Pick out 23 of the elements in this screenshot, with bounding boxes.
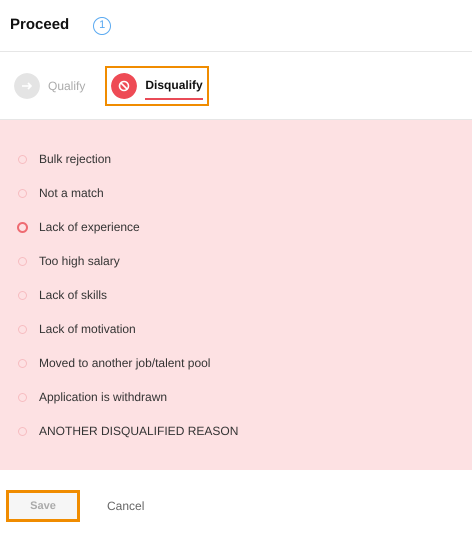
radio-button[interactable]: [18, 154, 27, 164]
reason-label: Bulk rejection: [39, 151, 112, 168]
prohibited-icon: [111, 72, 138, 98]
reason-label: Moved to another job/talent pool: [39, 355, 210, 372]
dialog-title: Proceed: [10, 15, 70, 36]
reason-label: Too high salary: [39, 253, 120, 270]
tab[interactable]: Disqualify: [105, 66, 209, 106]
reason-label: Lack of experience: [39, 219, 140, 236]
radio-button[interactable]: [18, 290, 27, 300]
reason-label: Lack of skills: [39, 287, 108, 304]
reason-label: Lack of motivation: [39, 321, 136, 338]
radio-button[interactable]: [18, 324, 27, 334]
cancel-button[interactable]: Cancel: [98, 493, 154, 519]
reason-label: Not a match: [39, 185, 104, 202]
radio-button[interactable]: [18, 358, 27, 368]
radio-button[interactable]: [18, 256, 27, 266]
radio-button[interactable]: [18, 392, 27, 402]
radio-button[interactable]: [17, 222, 28, 232]
step-badge: 1: [93, 16, 112, 34]
radio-button[interactable]: [18, 426, 27, 436]
reason-label: ANOTHER DISQUALIFIED REASON: [39, 423, 238, 440]
reason-label: Application is withdrawn: [39, 389, 168, 406]
radio-button[interactable]: [18, 188, 27, 198]
